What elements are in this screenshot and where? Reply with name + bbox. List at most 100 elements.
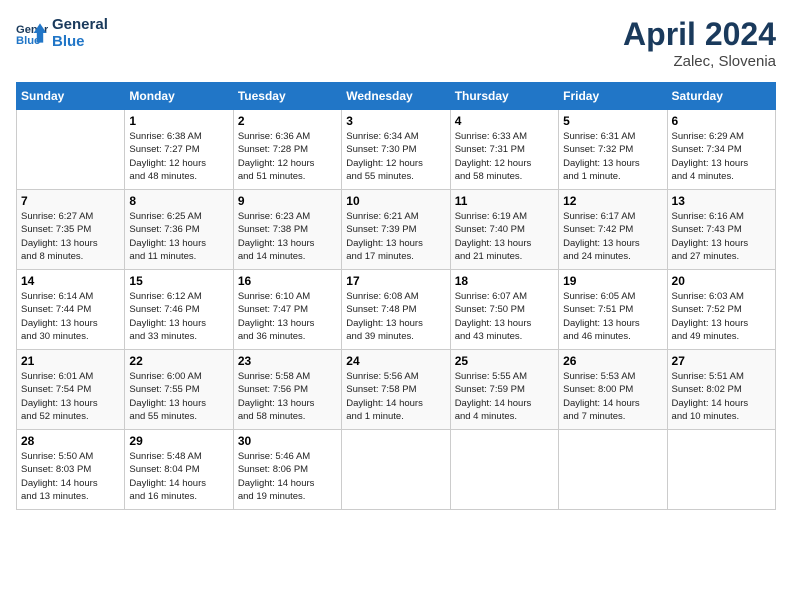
day-number: 8 bbox=[129, 194, 228, 208]
calendar-cell: 26 Sunrise: 5:53 AM Sunset: 8:00 PM Dayli… bbox=[559, 350, 667, 430]
title-block: April 2024 Zalec, Slovenia bbox=[623, 16, 776, 70]
logo-line2: Blue bbox=[52, 33, 108, 50]
day-info: Sunrise: 6:16 AM Sunset: 7:43 PM Dayligh… bbox=[672, 210, 771, 263]
day-info: Sunrise: 6:08 AM Sunset: 7:48 PM Dayligh… bbox=[346, 290, 445, 343]
logo-icon: General Blue bbox=[16, 17, 48, 49]
calendar-cell: 23Sunrise: 5:58 AM Sunset: 7:56 PM Dayli… bbox=[233, 350, 341, 430]
day-info: Sunrise: 5:56 AM Sunset: 7:58 PM Dayligh… bbox=[346, 370, 445, 423]
calendar-cell bbox=[342, 430, 450, 510]
weekday-header-sunday: Sunday bbox=[17, 83, 125, 110]
logo: General Blue General Blue bbox=[16, 16, 108, 50]
day-info: Sunrise: 6:07 AM Sunset: 7:50 PM Dayligh… bbox=[455, 290, 554, 343]
day-number: 5 bbox=[563, 114, 662, 128]
weekday-header-tuesday: Tuesday bbox=[233, 83, 341, 110]
calendar-week-row: 14 Sunrise: 6:14 AM Sunset: 7:44 PM Dayli… bbox=[17, 270, 776, 350]
day-info: Sunrise: 6:01 AM Sunset: 7:54 PM Dayligh… bbox=[21, 370, 120, 423]
calendar-cell: 18 Sunrise: 6:07 AM Sunset: 7:50 PM Dayli… bbox=[450, 270, 558, 350]
calendar-cell: 1 Sunrise: 6:38 AM Sunset: 7:27 PM Daylig… bbox=[125, 110, 233, 190]
calendar-cell: 17Sunrise: 6:08 AM Sunset: 7:48 PM Dayli… bbox=[342, 270, 450, 350]
day-info: Sunrise: 6:12 AM Sunset: 7:46 PM Dayligh… bbox=[129, 290, 228, 343]
day-number: 6 bbox=[672, 114, 771, 128]
day-info: Sunrise: 5:58 AM Sunset: 7:56 PM Dayligh… bbox=[238, 370, 337, 423]
day-number: 1 bbox=[129, 114, 228, 128]
day-number: 24 bbox=[346, 354, 445, 368]
day-info: Sunrise: 5:51 AM Sunset: 8:02 PM Dayligh… bbox=[672, 370, 771, 423]
calendar-cell: 24 Sunrise: 5:56 AM Sunset: 7:58 PM Dayli… bbox=[342, 350, 450, 430]
weekday-header-thursday: Thursday bbox=[450, 83, 558, 110]
calendar-cell: 19Sunrise: 6:05 AM Sunset: 7:51 PM Dayli… bbox=[559, 270, 667, 350]
calendar-cell: 8 Sunrise: 6:25 AM Sunset: 7:36 PM Daylig… bbox=[125, 190, 233, 270]
day-number: 13 bbox=[672, 194, 771, 208]
calendar-cell: 7 Sunrise: 6:27 AM Sunset: 7:35 PM Daylig… bbox=[17, 190, 125, 270]
calendar-table: SundayMondayTuesdayWednesdayThursdayFrid… bbox=[16, 82, 776, 510]
calendar-cell: 22Sunrise: 6:00 AM Sunset: 7:55 PM Dayli… bbox=[125, 350, 233, 430]
day-info: Sunrise: 6:03 AM Sunset: 7:52 PM Dayligh… bbox=[672, 290, 771, 343]
calendar-cell: 30 Sunrise: 5:46 AM Sunset: 8:06 PM Dayli… bbox=[233, 430, 341, 510]
day-info: Sunrise: 6:34 AM Sunset: 7:30 PM Dayligh… bbox=[346, 130, 445, 183]
day-info: Sunrise: 6:36 AM Sunset: 7:28 PM Dayligh… bbox=[238, 130, 337, 183]
day-number: 14 bbox=[21, 274, 120, 288]
calendar-cell: 20 Sunrise: 6:03 AM Sunset: 7:52 PM Dayli… bbox=[667, 270, 775, 350]
day-info: Sunrise: 6:25 AM Sunset: 7:36 PM Dayligh… bbox=[129, 210, 228, 263]
day-number: 25 bbox=[455, 354, 554, 368]
day-number: 11 bbox=[455, 194, 554, 208]
day-info: Sunrise: 5:48 AM Sunset: 8:04 PM Dayligh… bbox=[129, 450, 228, 503]
day-number: 28 bbox=[21, 434, 120, 448]
day-number: 10 bbox=[346, 194, 445, 208]
day-number: 19 bbox=[563, 274, 662, 288]
calendar-cell: 5Sunrise: 6:31 AM Sunset: 7:32 PM Daylig… bbox=[559, 110, 667, 190]
day-info: Sunrise: 5:50 AM Sunset: 8:03 PM Dayligh… bbox=[21, 450, 120, 503]
day-info: Sunrise: 6:23 AM Sunset: 7:38 PM Dayligh… bbox=[238, 210, 337, 263]
calendar-week-row: 1 Sunrise: 6:38 AM Sunset: 7:27 PM Daylig… bbox=[17, 110, 776, 190]
day-info: Sunrise: 6:21 AM Sunset: 7:39 PM Dayligh… bbox=[346, 210, 445, 263]
day-number: 30 bbox=[238, 434, 337, 448]
day-info: Sunrise: 5:53 AM Sunset: 8:00 PM Dayligh… bbox=[563, 370, 662, 423]
location-subtitle: Zalec, Slovenia bbox=[623, 53, 776, 70]
weekday-header-wednesday: Wednesday bbox=[342, 83, 450, 110]
calendar-cell: 16 Sunrise: 6:10 AM Sunset: 7:47 PM Dayli… bbox=[233, 270, 341, 350]
day-number: 21 bbox=[21, 354, 120, 368]
calendar-cell: 12Sunrise: 6:17 AM Sunset: 7:42 PM Dayli… bbox=[559, 190, 667, 270]
svg-text:Blue: Blue bbox=[16, 35, 40, 47]
day-info: Sunrise: 6:29 AM Sunset: 7:34 PM Dayligh… bbox=[672, 130, 771, 183]
calendar-cell: 13 Sunrise: 6:16 AM Sunset: 7:43 PM Dayli… bbox=[667, 190, 775, 270]
weekday-header-saturday: Saturday bbox=[667, 83, 775, 110]
day-info: Sunrise: 5:46 AM Sunset: 8:06 PM Dayligh… bbox=[238, 450, 337, 503]
page-header: General Blue General Blue April 2024 Zal… bbox=[16, 16, 776, 70]
day-number: 16 bbox=[238, 274, 337, 288]
day-info: Sunrise: 6:27 AM Sunset: 7:35 PM Dayligh… bbox=[21, 210, 120, 263]
day-number: 7 bbox=[21, 194, 120, 208]
day-info: Sunrise: 6:17 AM Sunset: 7:42 PM Dayligh… bbox=[563, 210, 662, 263]
month-title: April 2024 bbox=[623, 16, 776, 53]
calendar-cell: 11 Sunrise: 6:19 AM Sunset: 7:40 PM Dayli… bbox=[450, 190, 558, 270]
calendar-cell bbox=[667, 430, 775, 510]
day-number: 29 bbox=[129, 434, 228, 448]
calendar-cell: 9 Sunrise: 6:23 AM Sunset: 7:38 PM Daylig… bbox=[233, 190, 341, 270]
calendar-cell: 25Sunrise: 5:55 AM Sunset: 7:59 PM Dayli… bbox=[450, 350, 558, 430]
weekday-header-row: SundayMondayTuesdayWednesdayThursdayFrid… bbox=[17, 83, 776, 110]
day-info: Sunrise: 6:14 AM Sunset: 7:44 PM Dayligh… bbox=[21, 290, 120, 343]
calendar-cell: 21 Sunrise: 6:01 AM Sunset: 7:54 PM Dayli… bbox=[17, 350, 125, 430]
calendar-cell: 15 Sunrise: 6:12 AM Sunset: 7:46 PM Dayli… bbox=[125, 270, 233, 350]
day-number: 20 bbox=[672, 274, 771, 288]
calendar-cell: 3Sunrise: 6:34 AM Sunset: 7:30 PM Daylig… bbox=[342, 110, 450, 190]
weekday-header-monday: Monday bbox=[125, 83, 233, 110]
calendar-cell: 29 Sunrise: 5:48 AM Sunset: 8:04 PM Dayli… bbox=[125, 430, 233, 510]
day-number: 15 bbox=[129, 274, 228, 288]
day-number: 26 bbox=[563, 354, 662, 368]
day-number: 9 bbox=[238, 194, 337, 208]
day-number: 18 bbox=[455, 274, 554, 288]
calendar-cell bbox=[17, 110, 125, 190]
calendar-cell: 27Sunrise: 5:51 AM Sunset: 8:02 PM Dayli… bbox=[667, 350, 775, 430]
calendar-cell: 6 Sunrise: 6:29 AM Sunset: 7:34 PM Daylig… bbox=[667, 110, 775, 190]
calendar-body: 1 Sunrise: 6:38 AM Sunset: 7:27 PM Daylig… bbox=[17, 110, 776, 510]
day-info: Sunrise: 6:10 AM Sunset: 7:47 PM Dayligh… bbox=[238, 290, 337, 343]
calendar-cell: 2 Sunrise: 6:36 AM Sunset: 7:28 PM Daylig… bbox=[233, 110, 341, 190]
calendar-cell: 28 Sunrise: 5:50 AM Sunset: 8:03 PM Dayli… bbox=[17, 430, 125, 510]
day-number: 2 bbox=[238, 114, 337, 128]
day-info: Sunrise: 6:38 AM Sunset: 7:27 PM Dayligh… bbox=[129, 130, 228, 183]
calendar-header: SundayMondayTuesdayWednesdayThursdayFrid… bbox=[17, 83, 776, 110]
day-info: Sunrise: 6:19 AM Sunset: 7:40 PM Dayligh… bbox=[455, 210, 554, 263]
day-number: 22 bbox=[129, 354, 228, 368]
day-info: Sunrise: 6:33 AM Sunset: 7:31 PM Dayligh… bbox=[455, 130, 554, 183]
